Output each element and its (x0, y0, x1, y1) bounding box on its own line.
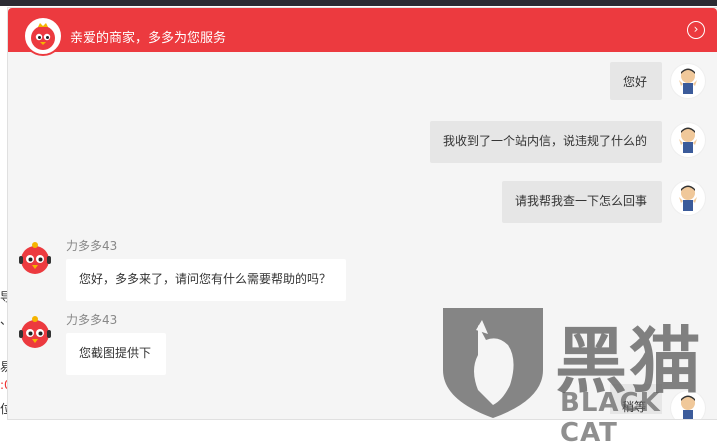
outgoing-message: 您好 (610, 62, 662, 100)
duoduo-mascot-icon (19, 242, 51, 274)
user-avatar[interactable] (671, 181, 705, 215)
duoduo-mascot-icon (19, 316, 51, 348)
top-bar (0, 0, 717, 6)
user-cartoon-icon (681, 395, 695, 419)
outgoing-message: 我收到了一个站内信，说违规了什么的 (430, 121, 662, 163)
outgoing-message: 稍等 (610, 384, 662, 414)
outgoing-message: 请我帮我查一下怎么回事 (502, 181, 662, 223)
user-avatar[interactable] (671, 64, 705, 98)
service-agent-avatar[interactable] (17, 240, 53, 276)
incoming-message: 您好，多多来了，请问您有什么需要帮助的吗？ (66, 259, 346, 301)
user-cartoon-icon (679, 185, 697, 211)
mascot-icon (31, 23, 55, 50)
agent-name: 力多多43 (66, 313, 118, 327)
incoming-message: 您截图提供下 (66, 333, 166, 375)
user-cartoon-icon (679, 127, 697, 153)
service-agent-avatar[interactable] (17, 314, 53, 350)
agent-name: 力多多43 (66, 239, 118, 253)
user-avatar[interactable] (671, 123, 705, 157)
header-title: 亲爱的商家，多多为您服务 (70, 31, 227, 46)
chevron-right-icon[interactable]: › (687, 21, 705, 39)
chat-header: 亲爱的商家，多多为您服务 › (8, 8, 717, 56)
user-cartoon-icon (679, 68, 697, 94)
chat-window: 亲爱的商家，多多为您服务 › 您好 我收到了一个站内信，说违规了什么的 请我帮我… (8, 8, 717, 419)
duoduo-mascot-avatar (23, 16, 63, 56)
user-avatar[interactable] (671, 391, 705, 419)
